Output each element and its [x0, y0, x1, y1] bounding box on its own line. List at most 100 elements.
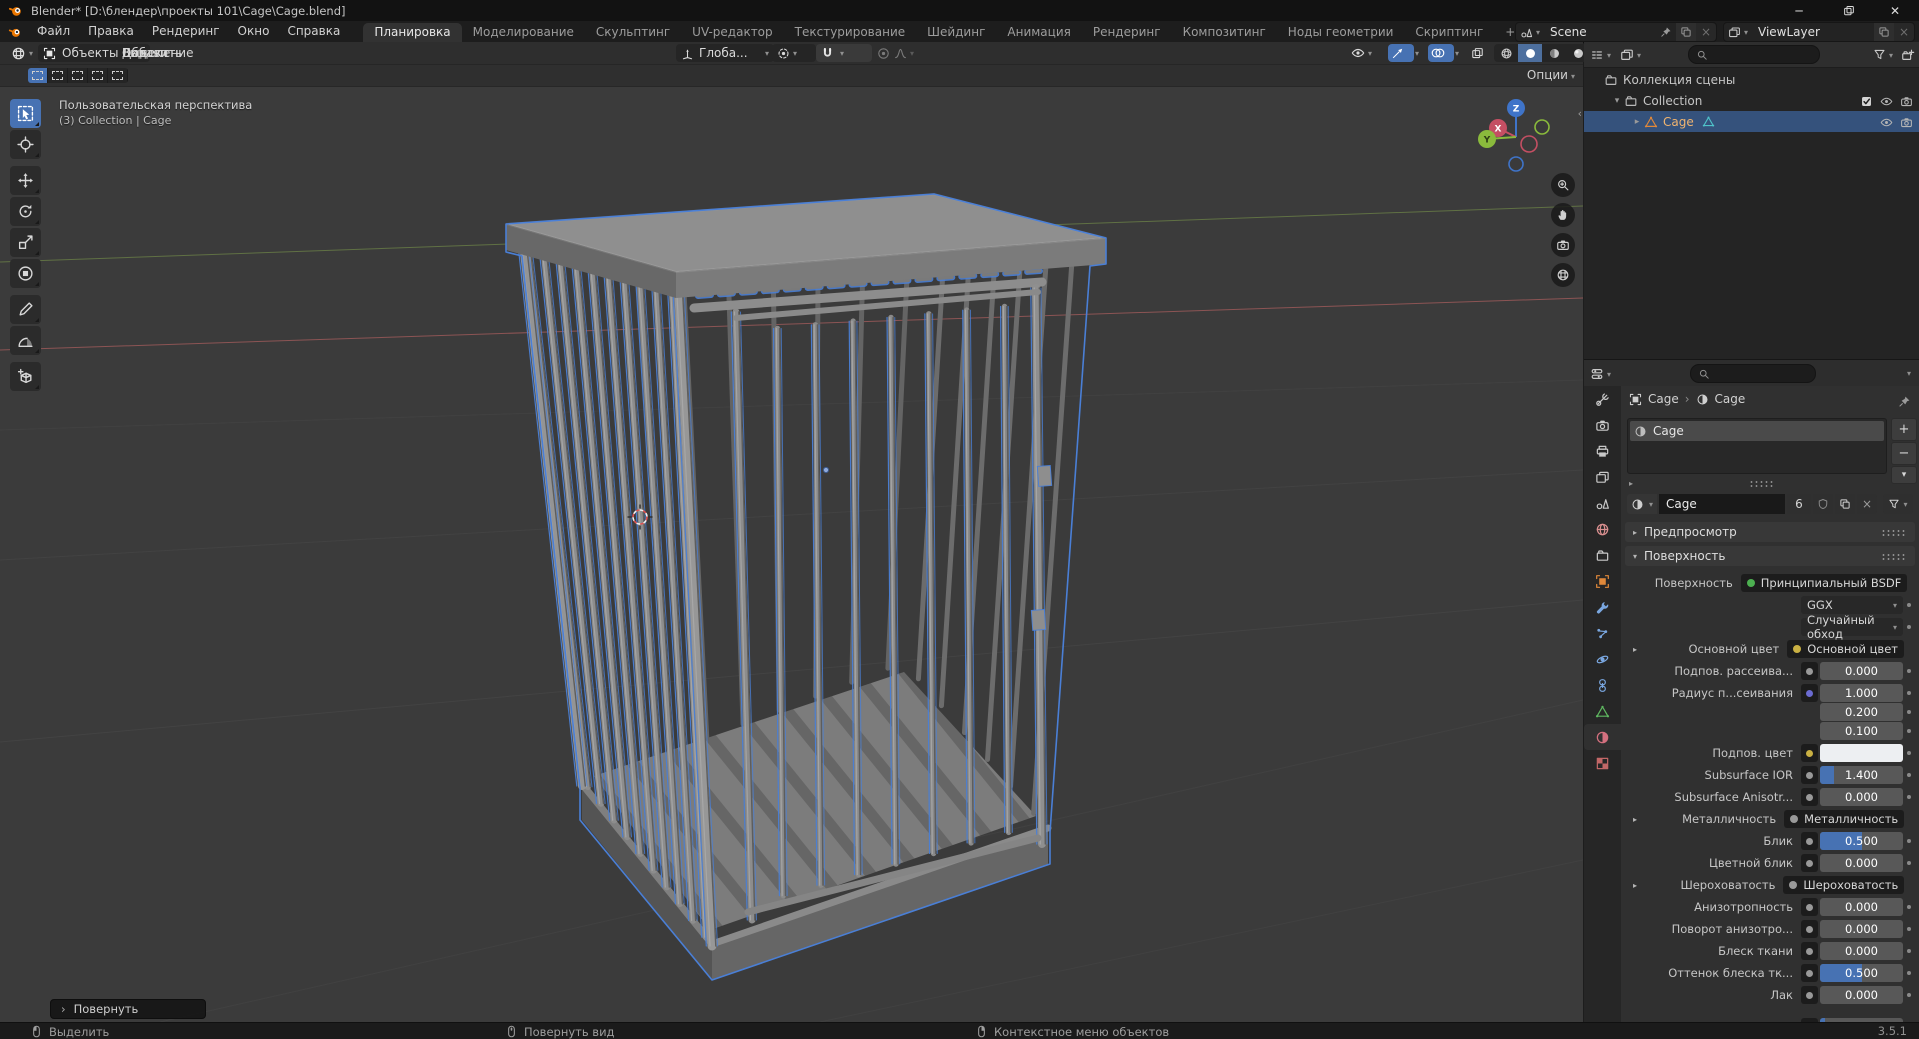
nodetree-filter-button[interactable]: ▾: [1883, 494, 1913, 514]
operator-panel[interactable]: › Повернуть: [50, 999, 206, 1019]
menu-Справка[interactable]: Справка: [278, 21, 349, 42]
scene-icon[interactable]: ▾: [1516, 23, 1544, 41]
unlink-scene-button[interactable]: ×: [1696, 23, 1716, 41]
animate-decorator[interactable]: [1903, 971, 1915, 975]
pan-button[interactable]: [1551, 203, 1575, 227]
workspace-tab-Моделирование[interactable]: Моделирование: [462, 23, 585, 42]
workspace-tab-Скульптинг[interactable]: Скульптинг: [585, 23, 681, 42]
proportional-edit-controls[interactable]: ▾: [872, 44, 926, 62]
tool-annotate[interactable]: [10, 295, 41, 324]
value-slider[interactable]: 0.500: [1820, 832, 1903, 850]
tool-rotate[interactable]: [10, 197, 41, 226]
pivot-point-selector[interactable]: ▾: [772, 44, 816, 62]
viewport-menu-Объект[interactable]: Объект: [112, 42, 179, 64]
material-slot-row[interactable]: Cage: [1630, 421, 1884, 441]
shading-wireframe-button[interactable]: [1494, 44, 1518, 62]
gizmo-axis-neg[interactable]: [1508, 156, 1524, 172]
snap-controls[interactable]: ▾: [816, 44, 872, 62]
menu-Рендеринг[interactable]: Рендеринг: [143, 21, 229, 42]
animate-decorator[interactable]: [1903, 625, 1915, 629]
gizmos-toggle[interactable]: [1388, 44, 1414, 62]
workspace-tab-Планировка[interactable]: Планировка: [363, 23, 462, 42]
new-collection-button[interactable]: [1901, 47, 1915, 62]
animate-decorator[interactable]: [1903, 839, 1915, 843]
restore-button[interactable]: [1829, 0, 1869, 21]
shading-material-button[interactable]: [1542, 44, 1566, 62]
properties-tab-output[interactable]: [1584, 438, 1621, 464]
select-mode-0[interactable]: [28, 68, 48, 83]
scene-selector[interactable]: ▾ Scene ×: [1515, 22, 1717, 42]
select-mode-1[interactable]: [48, 68, 68, 83]
material-slot-list[interactable]: Cage: [1627, 418, 1887, 474]
properties-tab-view-layer[interactable]: [1584, 464, 1621, 490]
select-mode-4[interactable]: [108, 68, 128, 83]
hide-checkbox[interactable]: [1860, 94, 1873, 108]
visibility-dropdown[interactable]: ▾: [1346, 44, 1392, 62]
outliner-search-input[interactable]: [1688, 45, 1820, 64]
viewlayer-name[interactable]: ViewLayer: [1752, 25, 1834, 39]
outliner-filter-button[interactable]: ▾: [1873, 47, 1893, 61]
workspace-tab-Рендеринг[interactable]: Рендеринг: [1082, 23, 1172, 42]
hide-render-toggle[interactable]: [1900, 94, 1913, 108]
dropdown-Случайный обход[interactable]: Случайный обход ▾: [1801, 613, 1903, 641]
value-slider[interactable]: 0.000: [1820, 788, 1903, 806]
value-slider[interactable]: 0.000: [1820, 662, 1903, 680]
outliner-editor-type-button[interactable]: ▾: [1590, 47, 1611, 62]
blender-menu-button[interactable]: [0, 21, 28, 42]
expand-arrow[interactable]: ▸: [1633, 815, 1637, 824]
remove-slot-button[interactable]: −: [1891, 442, 1917, 465]
workspace-tab-Скриптинг[interactable]: Скриптинг: [1404, 23, 1494, 42]
users-count-button[interactable]: 6: [1787, 494, 1811, 514]
panel-preview[interactable]: ▸ Предпросмотр: [1625, 522, 1915, 542]
hide-render-toggle[interactable]: [1900, 115, 1913, 129]
value-slider[interactable]: 1.400: [1820, 766, 1903, 784]
workspace-tab-Анимация[interactable]: Анимация: [996, 23, 1081, 42]
scene-name[interactable]: Scene: [1544, 25, 1626, 39]
properties-header-dropdown[interactable]: ▾: [1907, 369, 1911, 378]
animate-decorator[interactable]: [1903, 949, 1915, 953]
animate-decorator[interactable]: [1903, 751, 1915, 755]
animate-decorator[interactable]: [1903, 603, 1915, 607]
select-mode-2[interactable]: [68, 68, 88, 83]
outliner-row-Collection[interactable]: ▾ Collection: [1584, 90, 1919, 111]
properties-tab-render[interactable]: [1584, 412, 1621, 438]
workspace-tab-Ноды геометрии[interactable]: Ноды геометрии: [1277, 23, 1405, 42]
breadcrumb-material[interactable]: Cage: [1715, 392, 1746, 406]
disclosure-arrow[interactable]: ▾: [1610, 96, 1624, 106]
tool-cursor[interactable]: [10, 130, 41, 159]
select-mode-3[interactable]: [88, 68, 108, 83]
dropdown-GGX[interactable]: GGX ▾: [1801, 596, 1903, 614]
gizmos-dropdown-arrow[interactable]: ▾: [1415, 49, 1419, 58]
workspace-tab-UV-редактор[interactable]: UV-редактор: [681, 23, 783, 42]
cage-object[interactable]: [505, 192, 1144, 1022]
close-button[interactable]: ✕: [1875, 0, 1915, 21]
camera-view-button[interactable]: [1551, 233, 1575, 257]
tool-select-box[interactable]: [10, 99, 41, 128]
pin-icon[interactable]: [1656, 23, 1676, 41]
tool-move[interactable]: [10, 166, 41, 195]
workspace-tab-Композитинг[interactable]: Композитинг: [1172, 23, 1277, 42]
value-slider[interactable]: 1.000: [1820, 684, 1903, 702]
resize-grip[interactable]: [1749, 480, 1775, 487]
properties-tab-material[interactable]: [1584, 724, 1621, 750]
hide-viewport-toggle[interactable]: [1880, 115, 1893, 129]
breadcrumb-object[interactable]: Cage: [1648, 392, 1679, 406]
animate-decorator[interactable]: [1903, 795, 1915, 799]
new-material-button[interactable]: [1835, 494, 1855, 514]
perspective-toggle-button[interactable]: [1551, 263, 1575, 287]
animate-decorator[interactable]: [1903, 993, 1915, 997]
expand-arrow[interactable]: ▸: [1629, 479, 1633, 488]
value-slider[interactable]: 0.500: [1820, 964, 1903, 982]
value-slider[interactable]: 0.200: [1820, 703, 1903, 721]
value-slider[interactable]: 0.000: [1820, 942, 1903, 960]
panel-grip[interactable]: [1881, 552, 1907, 560]
animate-decorator[interactable]: [1903, 691, 1915, 695]
value-slider[interactable]: 0.000: [1820, 854, 1903, 872]
properties-tab-object[interactable]: [1584, 568, 1621, 594]
panel-surface[interactable]: ▾ Поверхность: [1625, 546, 1915, 566]
properties-tab-collection[interactable]: [1584, 542, 1621, 568]
menu-Правка[interactable]: Правка: [79, 21, 143, 42]
panel-grip[interactable]: [1881, 528, 1907, 536]
properties-search-input[interactable]: [1690, 364, 1816, 383]
animate-decorator[interactable]: [1903, 669, 1915, 673]
